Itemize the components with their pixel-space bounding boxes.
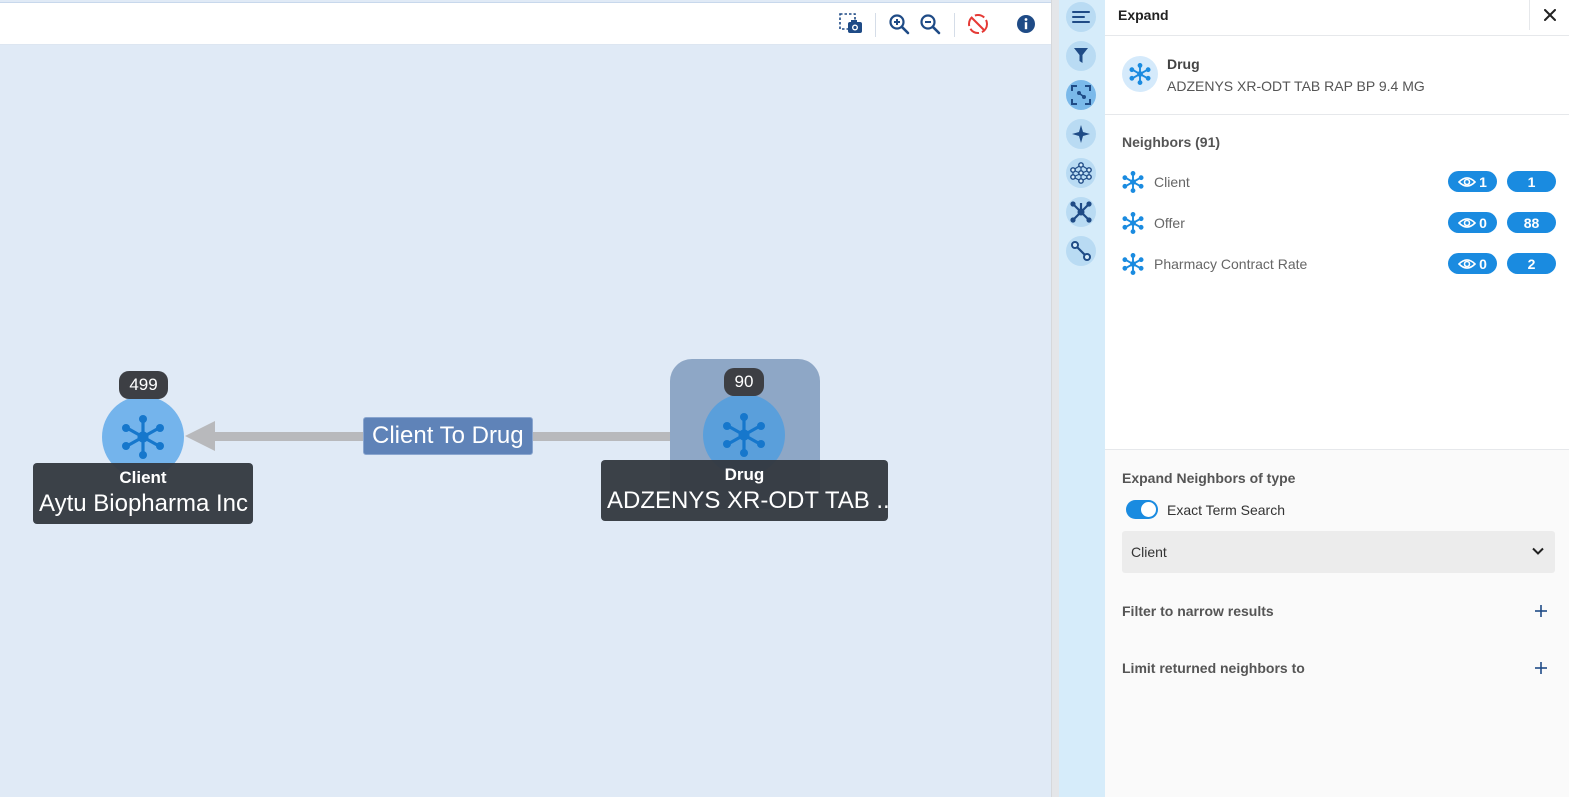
expand-options: Expand Neighbors of type Exact Term Sear… — [1105, 449, 1569, 797]
add-limit-plus-icon[interactable] — [1531, 658, 1551, 678]
filter-icon[interactable] — [1066, 41, 1096, 71]
canvas-toolbar — [0, 2, 1051, 45]
exact-term-label: Exact Term Search — [1167, 502, 1286, 518]
client-node-count-badge: 499 — [119, 371, 168, 399]
selected-node-summary: Drug ADZENYS XR-ODT TAB RAP BP 9.4 MG — [1105, 36, 1569, 115]
neighbor-visible-pill[interactable]: 1 — [1448, 171, 1497, 192]
tool-rail — [1059, 0, 1105, 797]
expand-panel: Expand Drug ADZENYS XR-ODT TAB RAP BP 9.… — [1105, 0, 1569, 797]
neighbor-count-pill[interactable]: 1 — [1507, 171, 1556, 192]
limit-section-title[interactable]: Limit returned neighbors to — [1122, 660, 1305, 676]
filter-section-title[interactable]: Filter to narrow results — [1122, 603, 1274, 619]
eye-icon — [1458, 258, 1477, 269]
network-icon[interactable] — [1066, 158, 1096, 188]
neighbor-count-pill[interactable]: 88 — [1507, 212, 1556, 233]
neighbor-visible-pill[interactable]: 0 — [1448, 253, 1497, 274]
panel-header: Expand — [1105, 0, 1569, 36]
neighbor-visible-count: 1 — [1479, 173, 1487, 190]
camera-selection-icon[interactable] — [838, 11, 864, 37]
neighbor-visible-count: 0 — [1479, 255, 1487, 272]
toolbar-divider — [954, 13, 955, 37]
neighbor-count-pill[interactable]: 2 — [1507, 253, 1556, 274]
network-node-icon — [1122, 56, 1158, 92]
selected-node-name: ADZENYS XR-ODT TAB RAP BP 9.4 MG — [1167, 78, 1425, 94]
menu-icon[interactable] — [1066, 2, 1096, 32]
graph-canvas[interactable]: Client To Drug 499 Client Aytu Biopharma… — [0, 0, 1051, 797]
selected-node-type: Drug — [1167, 56, 1200, 72]
client-node-name: Aytu Biopharma Inc — [39, 490, 249, 517]
neighbor-row[interactable]: Client 1 1 — [1122, 169, 1556, 195]
sparkle-icon[interactable] — [1066, 119, 1096, 149]
close-icon[interactable] — [1529, 0, 1569, 30]
info-icon[interactable] — [1013, 11, 1039, 37]
drug-node-name: ADZENYS XR-ODT TAB ... — [607, 487, 888, 514]
add-filter-plus-icon[interactable] — [1531, 601, 1551, 621]
edge-arrowhead — [185, 421, 215, 451]
drug-node-type: Drug — [724, 465, 765, 484]
eye-icon — [1458, 176, 1477, 187]
neighbor-visible-pill[interactable]: 0 — [1448, 212, 1497, 233]
network-node-icon — [723, 413, 765, 457]
neighbor-label: Offer — [1154, 215, 1185, 231]
hub-icon[interactable] — [1066, 197, 1096, 227]
neighbor-row[interactable]: Pharmacy Contract Rate 0 2 — [1122, 251, 1556, 277]
toggle-knob — [1141, 502, 1156, 517]
neighbors-title: Neighbors (91) — [1122, 134, 1221, 150]
toolbar-divider — [875, 13, 876, 37]
zoom-out-icon[interactable] — [917, 11, 943, 37]
expand-icon[interactable] — [1066, 80, 1096, 110]
network-node-icon — [1122, 212, 1144, 234]
neighbor-label: Client — [1154, 174, 1190, 190]
select-value: Client — [1131, 544, 1167, 560]
drug-node-count-badge: 90 — [724, 368, 764, 396]
path-icon[interactable] — [1066, 236, 1096, 266]
neighbor-label: Pharmacy Contract Rate — [1154, 256, 1308, 272]
network-node-icon — [1122, 253, 1144, 275]
neighbor-row[interactable]: Offer 0 88 — [1122, 210, 1556, 236]
client-node-type: Client — [119, 468, 167, 487]
panel-title: Expand — [1118, 7, 1169, 23]
panel-resize-handle[interactable] — [1051, 0, 1059, 797]
exact-term-toggle[interactable] — [1126, 500, 1158, 519]
zoom-in-icon[interactable] — [886, 11, 912, 37]
network-node-icon — [122, 415, 164, 459]
drug-node-label[interactable]: Drug ADZENYS XR-ODT TAB ... — [601, 460, 888, 521]
chevron-down-icon — [1532, 547, 1544, 555]
expand-neighbors-title: Expand Neighbors of type — [1122, 470, 1296, 486]
network-node-icon — [1122, 171, 1144, 193]
neighbor-type-select[interactable]: Client — [1122, 531, 1555, 573]
neighbor-visible-count: 0 — [1479, 214, 1487, 231]
client-node-label[interactable]: Client Aytu Biopharma Inc — [33, 463, 253, 524]
eye-icon — [1458, 217, 1477, 228]
no-physics-icon[interactable] — [965, 11, 991, 37]
edge-label[interactable]: Client To Drug — [363, 417, 533, 455]
